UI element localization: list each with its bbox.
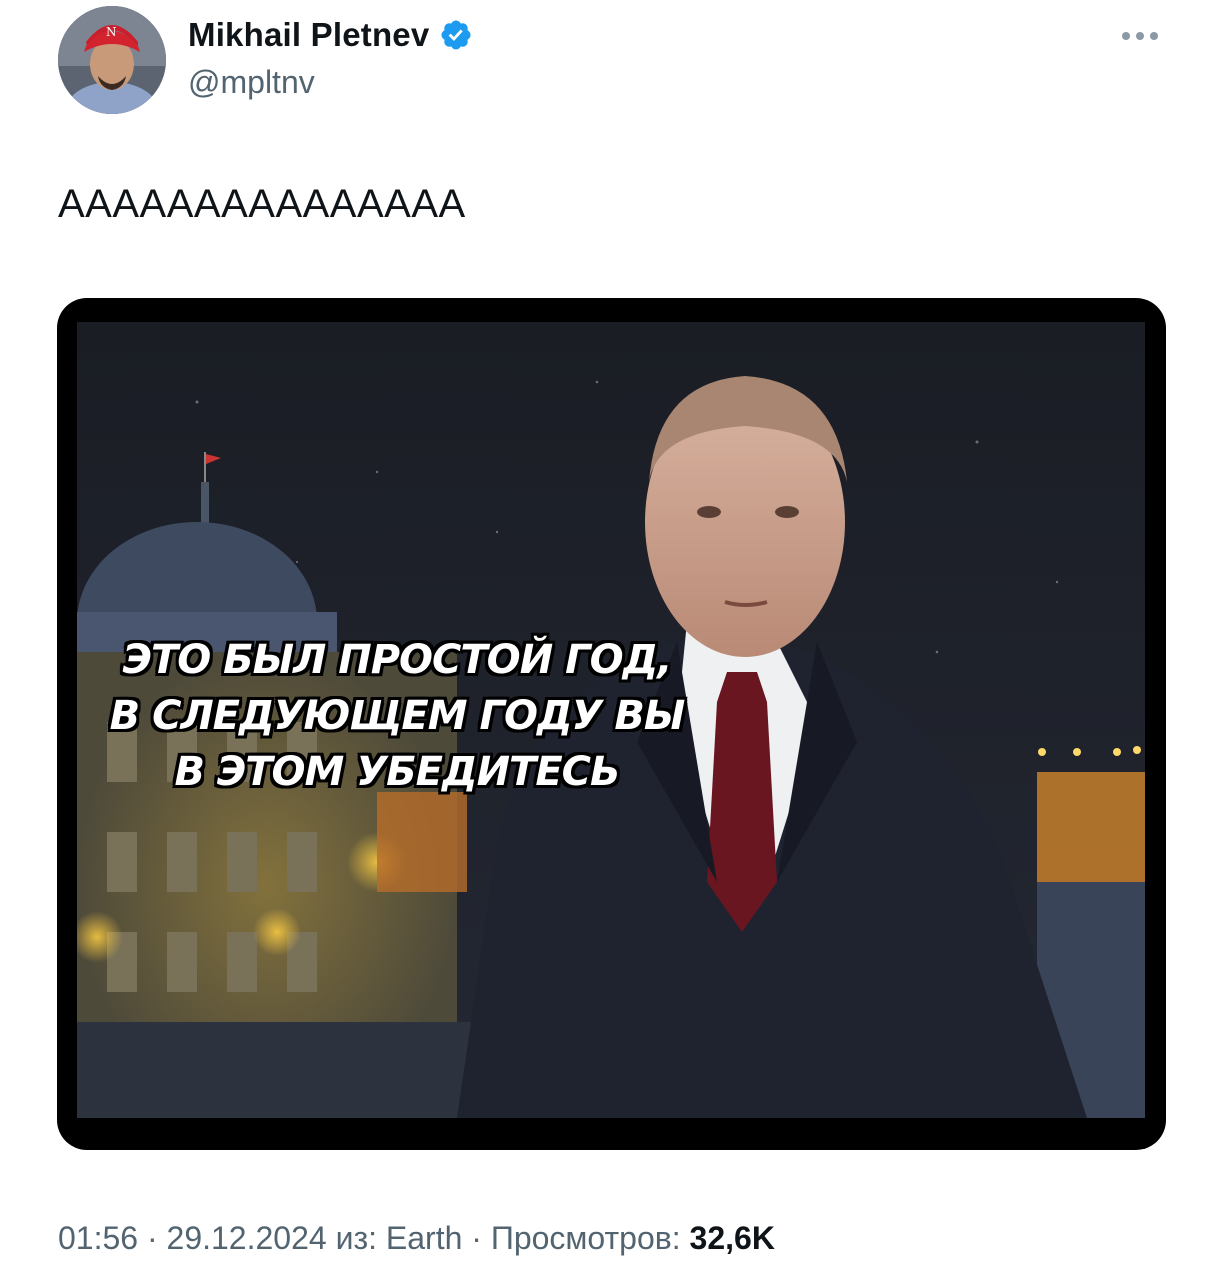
avatar[interactable]: N xyxy=(58,6,166,114)
caption-line: ЭТО БЫЛ ПРОСТОЙ ГОД, xyxy=(122,637,673,683)
tweet-date: 29.12.2024 xyxy=(166,1220,327,1256)
author-display-name[interactable]: Mikhail Pletnev xyxy=(188,16,473,54)
meta-separator: · xyxy=(462,1220,491,1256)
tweet-meta: 01:56 · 29.12.2024 из: Earth · Просмотро… xyxy=(58,1220,775,1257)
source-prefix: из: xyxy=(326,1220,386,1256)
author-name-text[interactable]: Mikhail Pletnev xyxy=(188,16,429,54)
tweet-text: AAAAAAAAAAAAAAA xyxy=(58,182,466,226)
svg-text:N: N xyxy=(106,25,117,39)
tweet-media[interactable]: ЭТО БЫЛ ПРОСТОЙ ГОД, В СЛЕДУЮЩЕМ ГОДУ ВЫ… xyxy=(57,298,1166,1150)
author-handle[interactable]: @mpltnv xyxy=(188,64,315,101)
more-dots-icon[interactable] xyxy=(1118,24,1162,48)
views-count[interactable]: 32,6K xyxy=(690,1220,775,1256)
tweet-time: 01:56 xyxy=(58,1220,139,1256)
media-image[interactable]: ЭТО БЫЛ ПРОСТОЙ ГОД, В СЛЕДУЮЩЕМ ГОДУ ВЫ… xyxy=(77,322,1145,1118)
meme-caption: ЭТО БЫЛ ПРОСТОЙ ГОД, В СЛЕДУЮЩЕМ ГОДУ ВЫ… xyxy=(77,632,717,800)
caption-line: В ЭТОМ УБЕДИТЕСЬ xyxy=(174,749,621,795)
tweet-time-link[interactable]: 01:56 · 29.12.2024 xyxy=(58,1220,327,1256)
meta-separator: · xyxy=(138,1220,167,1256)
verified-badge-icon[interactable] xyxy=(439,18,473,52)
views-label: Просмотров: xyxy=(490,1220,690,1256)
caption-line: В СЛЕДУЮЩЕМ ГОДУ ВЫ xyxy=(109,693,686,739)
tweet-source[interactable]: Earth xyxy=(386,1220,462,1256)
